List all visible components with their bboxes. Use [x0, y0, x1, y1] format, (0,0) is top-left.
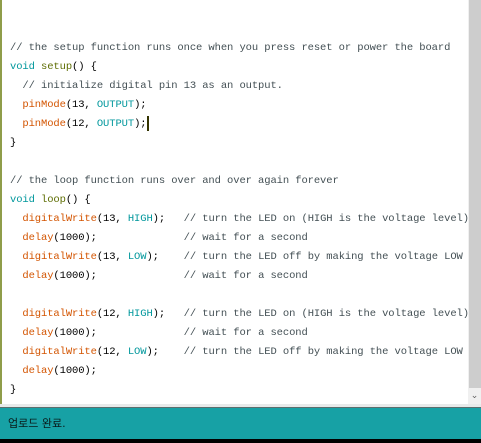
code-token-func: loop — [41, 194, 66, 206]
code-token-comment: // wait for a second — [183, 270, 308, 282]
scrollbar-thumb[interactable] — [469, 0, 481, 388]
code-line[interactable]: digitalWrite(12, LOW); // turn the LED o… — [10, 343, 468, 362]
status-message: 업로드 완료. — [8, 417, 66, 430]
status-bar: 업로드 완료. — [0, 408, 481, 439]
code-line[interactable]: } — [10, 381, 468, 400]
code-token-builtin: digitalWrite — [22, 251, 97, 263]
code-token-comment: // wait for a second — [183, 327, 308, 339]
code-line[interactable]: pinMode(12, OUTPUT); — [10, 115, 468, 134]
console-area — [0, 439, 481, 443]
code-token-comment: // turn the LED on (HIGH is the voltage … — [183, 308, 468, 320]
code-token-keyword: void — [10, 61, 35, 73]
code-token-plain: ); — [146, 346, 184, 358]
code-token-plain: (1000); — [53, 365, 97, 377]
code-token-const: OUTPUT — [96, 99, 135, 111]
code-token-comment: // turn the LED off by making the voltag… — [183, 251, 463, 263]
code-token-plain: } — [10, 384, 17, 396]
code-token-plain: (1000); — [53, 270, 184, 282]
code-line[interactable]: delay(1000); — [10, 362, 468, 381]
code-token-builtin: delay — [22, 270, 54, 282]
vertical-scrollbar[interactable]: ⌄ — [468, 0, 481, 404]
code-line[interactable]: digitalWrite(12, HIGH); // turn the LED … — [10, 305, 468, 324]
code-token-const: HIGH — [127, 213, 153, 225]
code-token-plain: () { — [72, 61, 97, 73]
chevron-down-icon[interactable]: ⌄ — [468, 389, 481, 403]
code-token-plain: (13, — [96, 251, 128, 263]
code-token-plain: () { — [65, 194, 91, 206]
code-line[interactable]: void setup() { — [10, 58, 468, 77]
code-token-plain: (13, — [96, 213, 128, 225]
code-token-builtin: digitalWrite — [22, 213, 97, 225]
code-line[interactable]: delay(1000); // wait for a second — [10, 229, 468, 248]
code-editor[interactable]: // the setup function runs once when you… — [0, 0, 468, 404]
code-token-builtin: digitalWrite — [22, 308, 97, 320]
code-token-comment: // the setup function runs once when you… — [10, 42, 451, 54]
code-token-const: LOW — [127, 346, 147, 358]
code-line[interactable]: digitalWrite(13, LOW); // turn the LED o… — [10, 248, 468, 267]
code-token-plain: ); — [146, 251, 184, 263]
code-token-func: setup — [41, 61, 73, 73]
code-token-plain: } — [10, 137, 17, 149]
code-token-plain: (13, — [65, 99, 97, 111]
code-token-builtin: delay — [22, 232, 54, 244]
code-token-plain: ); — [152, 308, 184, 320]
code-line[interactable]: pinMode(13, OUTPUT); — [10, 96, 468, 115]
code-line[interactable]: // the loop function runs over and over … — [10, 172, 468, 191]
code-line[interactable] — [10, 286, 468, 305]
code-token-comment: // the loop function runs over and over … — [10, 175, 339, 187]
code-token-const: HIGH — [127, 308, 153, 320]
code-token-builtin: pinMode — [22, 99, 66, 111]
code-line[interactable]: delay(1000); // wait for a second — [10, 324, 468, 343]
code-token-comment: // turn the LED on (HIGH is the voltage … — [183, 213, 468, 225]
code-line[interactable]: digitalWrite(13, HIGH); // turn the LED … — [10, 210, 468, 229]
code-lines[interactable]: // the setup function runs once when you… — [10, 39, 468, 400]
code-token-comment: // initialize digital pin 13 as an outpu… — [10, 80, 283, 92]
code-token-const: OUTPUT — [96, 118, 135, 130]
code-token-builtin: delay — [22, 327, 54, 339]
code-token-plain: (1000); — [53, 327, 184, 339]
code-token-comment: // turn the LED off by making the voltag… — [183, 346, 463, 358]
code-line[interactable]: // the setup function runs once when you… — [10, 39, 468, 58]
code-token-builtin: delay — [22, 365, 54, 377]
code-line[interactable]: // initialize digital pin 13 as an outpu… — [10, 77, 468, 96]
code-token-builtin: pinMode — [22, 118, 66, 130]
code-token-keyword: void — [10, 194, 35, 206]
code-line[interactable] — [10, 153, 468, 172]
code-token-plain: (12, — [96, 346, 128, 358]
text-cursor — [147, 115, 150, 131]
code-token-plain: (12, — [96, 308, 128, 320]
code-token-comment: // wait for a second — [183, 232, 308, 244]
code-token-plain: ); — [134, 118, 147, 130]
code-line[interactable]: void loop() { — [10, 191, 468, 210]
code-token-plain: (12, — [65, 118, 97, 130]
code-token-plain: ); — [152, 213, 184, 225]
code-line[interactable]: delay(1000); // wait for a second — [10, 267, 468, 286]
code-token-const: LOW — [127, 251, 147, 263]
code-line[interactable]: } — [10, 134, 468, 153]
code-token-builtin: digitalWrite — [22, 346, 97, 358]
code-token-plain: (1000); — [53, 232, 184, 244]
code-token-plain: ); — [134, 99, 147, 111]
